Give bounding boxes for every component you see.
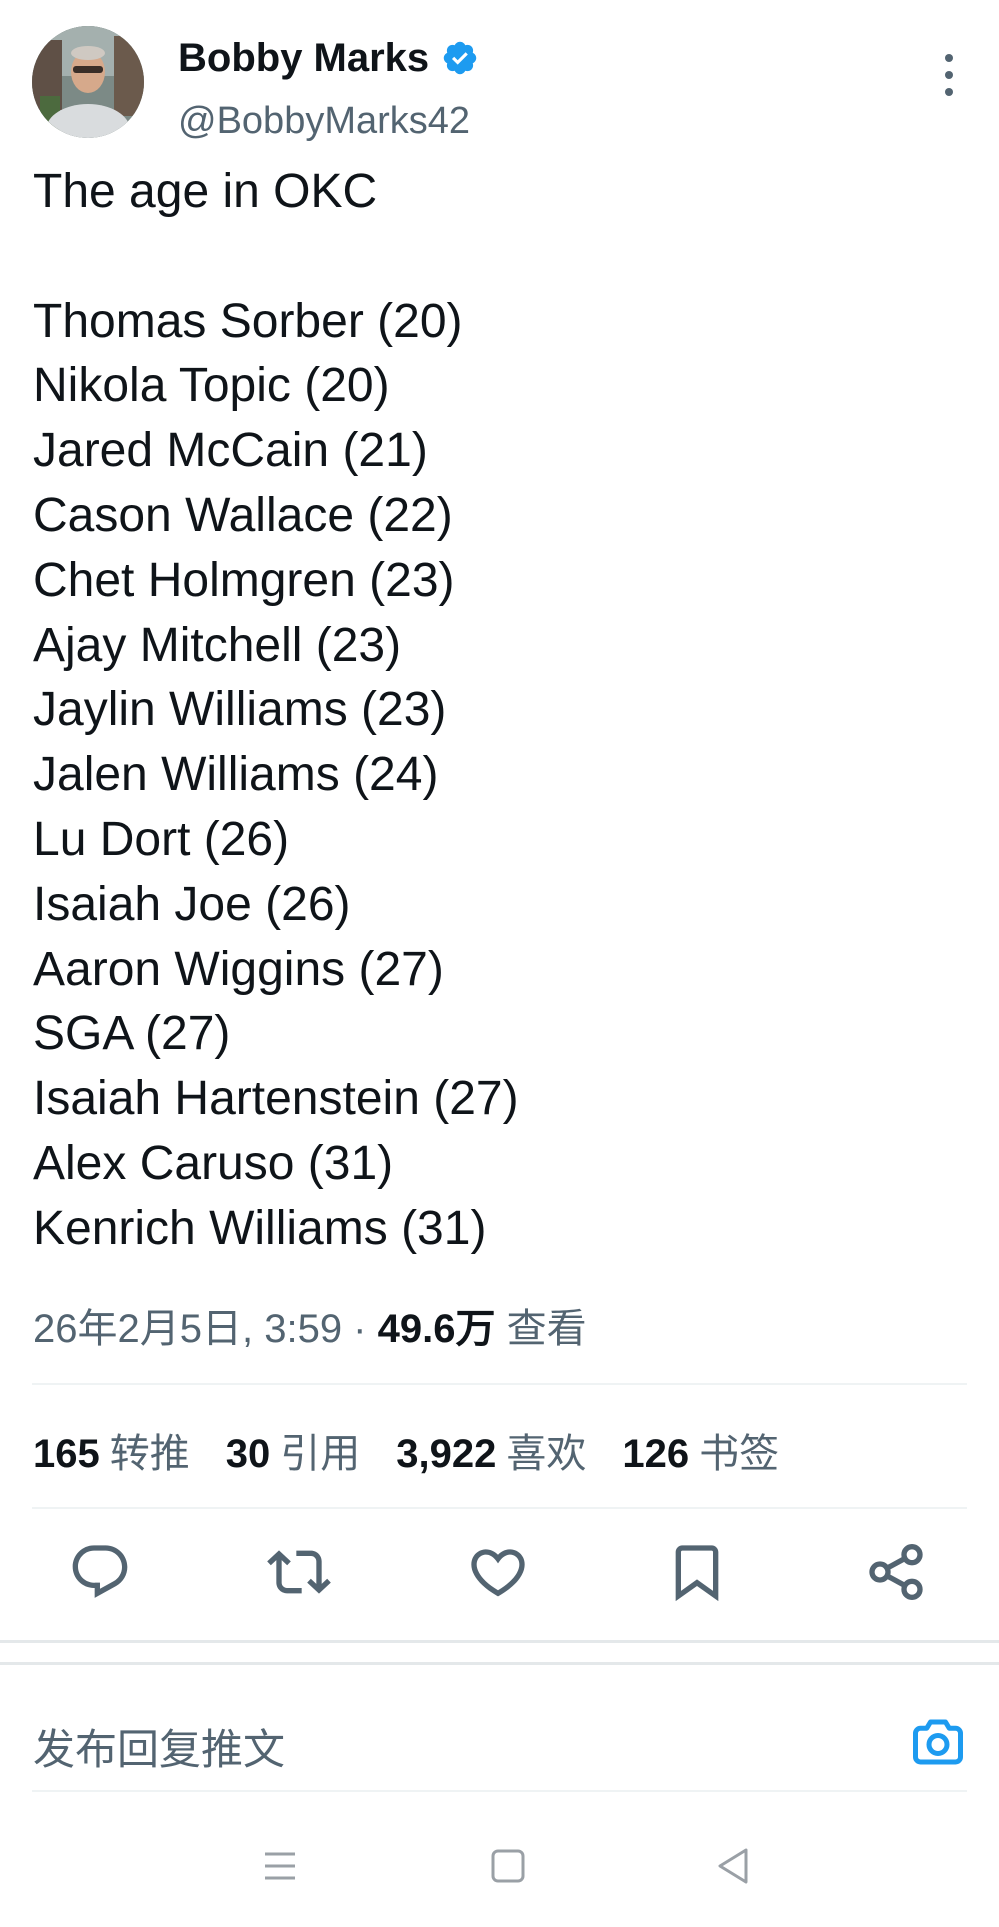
meta-separator: · <box>342 1307 378 1351</box>
tweet-line: The age in OKC <box>33 165 378 218</box>
share-icon <box>869 1544 923 1600</box>
stat-likes[interactable]: 3,922 喜欢 <box>396 1421 586 1479</box>
reply-input[interactable]: 发布回复推文 <box>33 1716 285 1777</box>
timestamp[interactable]: 26年2月5日, 3:59 <box>33 1307 342 1351</box>
verified-badge-icon <box>443 41 477 75</box>
stat-label: 喜欢 <box>506 1432 587 1476</box>
tweet-line: Isaiah Hartenstein (27) <box>33 1072 519 1126</box>
author-handle[interactable]: @BobbyMarks42 <box>178 100 470 143</box>
more-options-icon[interactable] <box>939 50 959 100</box>
reply-icon <box>72 1545 128 1598</box>
back-triangle-icon[interactable] <box>704 1836 764 1896</box>
divider <box>32 1383 967 1385</box>
tweet-line: Lu Dort (26) <box>33 812 290 866</box>
tweet-line: SGA (27) <box>33 1007 231 1061</box>
stat-label: 引用 <box>280 1432 361 1476</box>
section-separator <box>0 1640 999 1643</box>
tweet-line: Jalen Williams (24) <box>33 748 439 802</box>
tweet-line: Chet Holmgren (23) <box>33 553 455 607</box>
recents-menu-icon[interactable] <box>250 1836 310 1896</box>
author-name[interactable]: Bobby Marks <box>178 36 429 81</box>
system-navigation-bar <box>0 1836 999 1896</box>
bookmark-button[interactable] <box>665 1540 729 1604</box>
divider <box>32 1507 967 1509</box>
tweet-line: Isaiah Joe (26) <box>33 877 351 931</box>
reply-composer[interactable]: 发布回复推文 <box>33 1708 968 1784</box>
retweet-icon <box>267 1550 331 1594</box>
tweet-meta: 26年2月5日, 3:59 · 49.6万 查看 <box>33 1296 587 1354</box>
author-name-row[interactable]: Bobby Marks <box>178 30 479 86</box>
avatar-photo <box>32 26 144 138</box>
avatar[interactable] <box>32 26 144 138</box>
stat-bookmarks[interactable]: 126 书签 <box>622 1421 779 1479</box>
reply-button[interactable] <box>68 1540 132 1604</box>
tweet-line: Jared McCain (21) <box>33 424 428 478</box>
tweet-text: The age in OKC Thomas Sorber (20) Nikola… <box>33 160 953 1262</box>
tweet-header: Bobby Marks @BobbyMarks42 <box>32 26 967 143</box>
tweet-line: Cason Wallace (22) <box>33 488 453 542</box>
tweet-line: Thomas Sorber (20) <box>33 294 463 348</box>
camera-icon[interactable] <box>908 1712 968 1772</box>
stat-quotes[interactable]: 30 引用 <box>226 1421 361 1479</box>
divider <box>32 1790 967 1792</box>
stat-count: 126 <box>622 1432 690 1476</box>
stat-retweets[interactable]: 165 转推 <box>33 1421 190 1479</box>
section-separator <box>0 1662 999 1665</box>
stat-label: 转推 <box>109 1432 190 1476</box>
tweet-line: Alex Caruso (31) <box>33 1136 394 1190</box>
views-count: 49.6万 <box>377 1307 496 1351</box>
tweet-line: Aaron Wiggins (27) <box>33 942 444 996</box>
bookmark-icon <box>675 1545 719 1602</box>
tweet-line: Ajay Mitchell (23) <box>33 618 402 672</box>
tweet-line: Nikola Topic (20) <box>33 359 390 413</box>
views-label: 查看 <box>506 1307 587 1351</box>
stat-count: 30 <box>225 1432 271 1476</box>
like-button[interactable] <box>466 1540 530 1604</box>
action-bar <box>0 1540 999 1604</box>
tweet-line: Jaylin Williams (23) <box>33 683 447 737</box>
stat-label: 书签 <box>699 1432 780 1476</box>
retweet-button[interactable] <box>267 1540 331 1604</box>
engagement-stats: 165 转推 30 引用 3,922 喜欢 126 书签 <box>33 1420 815 1480</box>
tweet-line: Kenrich Williams (31) <box>33 1201 487 1255</box>
like-icon <box>471 1549 525 1597</box>
stat-count: 3,922 <box>396 1432 497 1476</box>
home-square-icon[interactable] <box>478 1836 538 1896</box>
stat-count: 165 <box>33 1432 100 1476</box>
share-button[interactable] <box>864 1540 928 1604</box>
